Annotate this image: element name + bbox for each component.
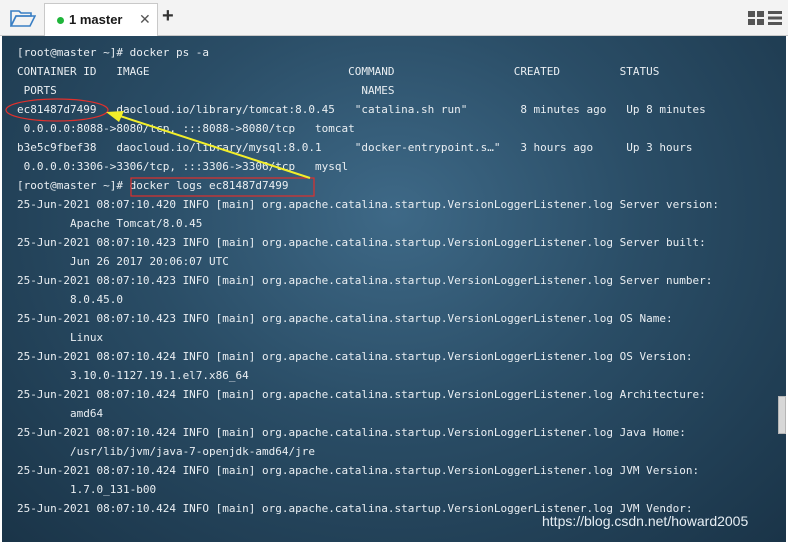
layout-grid-icon[interactable] (748, 11, 782, 25)
terminal-line: b3e5c9fbef38 daocloud.io/library/mysql:8… (17, 141, 693, 154)
terminal-line: 0.0.0.0:3306->3306/tcp, :::3306->3306/tc… (17, 160, 349, 173)
scrollbar-thumb[interactable] (778, 396, 786, 434)
tab-master[interactable]: 1 master ✕ (44, 3, 158, 36)
terminal-line: CONTAINER ID IMAGE COMMAND CREATED STATU… (17, 65, 660, 78)
terminal-line: 25-Jun-2021 08:07:10.423 INFO [main] org… (17, 312, 673, 325)
tab-label: 1 master (69, 12, 123, 27)
watermark: https://blog.csdn.net/howard2005 (542, 513, 749, 529)
connected-status-dot (57, 17, 64, 24)
terminal-line: 25-Jun-2021 08:07:10.423 INFO [main] org… (17, 236, 706, 249)
terminal-line: 25-Jun-2021 08:07:10.424 INFO [main] org… (17, 388, 706, 401)
terminal-line: amd64 (17, 407, 104, 420)
add-tab-icon[interactable]: + (162, 5, 174, 27)
terminal-line: Linux (17, 331, 104, 344)
terminal-line: 25-Jun-2021 08:07:10.424 INFO [main] org… (17, 350, 693, 363)
terminal-line: Apache Tomcat/8.0.45 (17, 217, 203, 230)
terminal-line: 25-Jun-2021 08:07:10.420 INFO [main] org… (17, 198, 719, 211)
terminal-line: 1.7.0_131-b00 (17, 483, 157, 496)
terminal-line: [root@master ~]# docker ps -a (17, 46, 210, 59)
terminal-line: 25-Jun-2021 08:07:10.424 INFO [main] org… (17, 464, 700, 477)
terminal-output[interactable]: 25-Jun-2021 08:07:10.424 INFO [main] org… (2, 36, 786, 542)
terminal-line: 0.0.0.0:8088->8080/tcp, :::8088->8080/tc… (17, 122, 355, 135)
close-icon[interactable]: ✕ (139, 11, 151, 28)
tab-bar: 1 master ✕ + (0, 0, 788, 36)
terminal-line: /usr/lib/jvm/java-7-openjdk-amd64/jre (17, 445, 316, 458)
terminal-line: 3.10.0-1127.19.1.el7.x86_64 (17, 369, 249, 382)
terminal-line: PORTS NAMES (17, 84, 395, 97)
terminal-line: [root@master ~]# docker logs ec81487d749… (17, 179, 289, 192)
terminal-line: 25-Jun-2021 08:07:10.424 INFO [main] org… (17, 426, 686, 439)
terminal-line: 8.0.45.0 (17, 293, 123, 306)
terminal-line: Jun 26 2017 20:06:07 UTC (17, 255, 229, 268)
terminal-line: 25-Jun-2021 08:07:10.423 INFO [main] org… (17, 274, 713, 287)
folder-open-icon[interactable] (10, 8, 36, 28)
terminal-line: ec81487d7499 daocloud.io/library/tomcat:… (17, 103, 706, 116)
